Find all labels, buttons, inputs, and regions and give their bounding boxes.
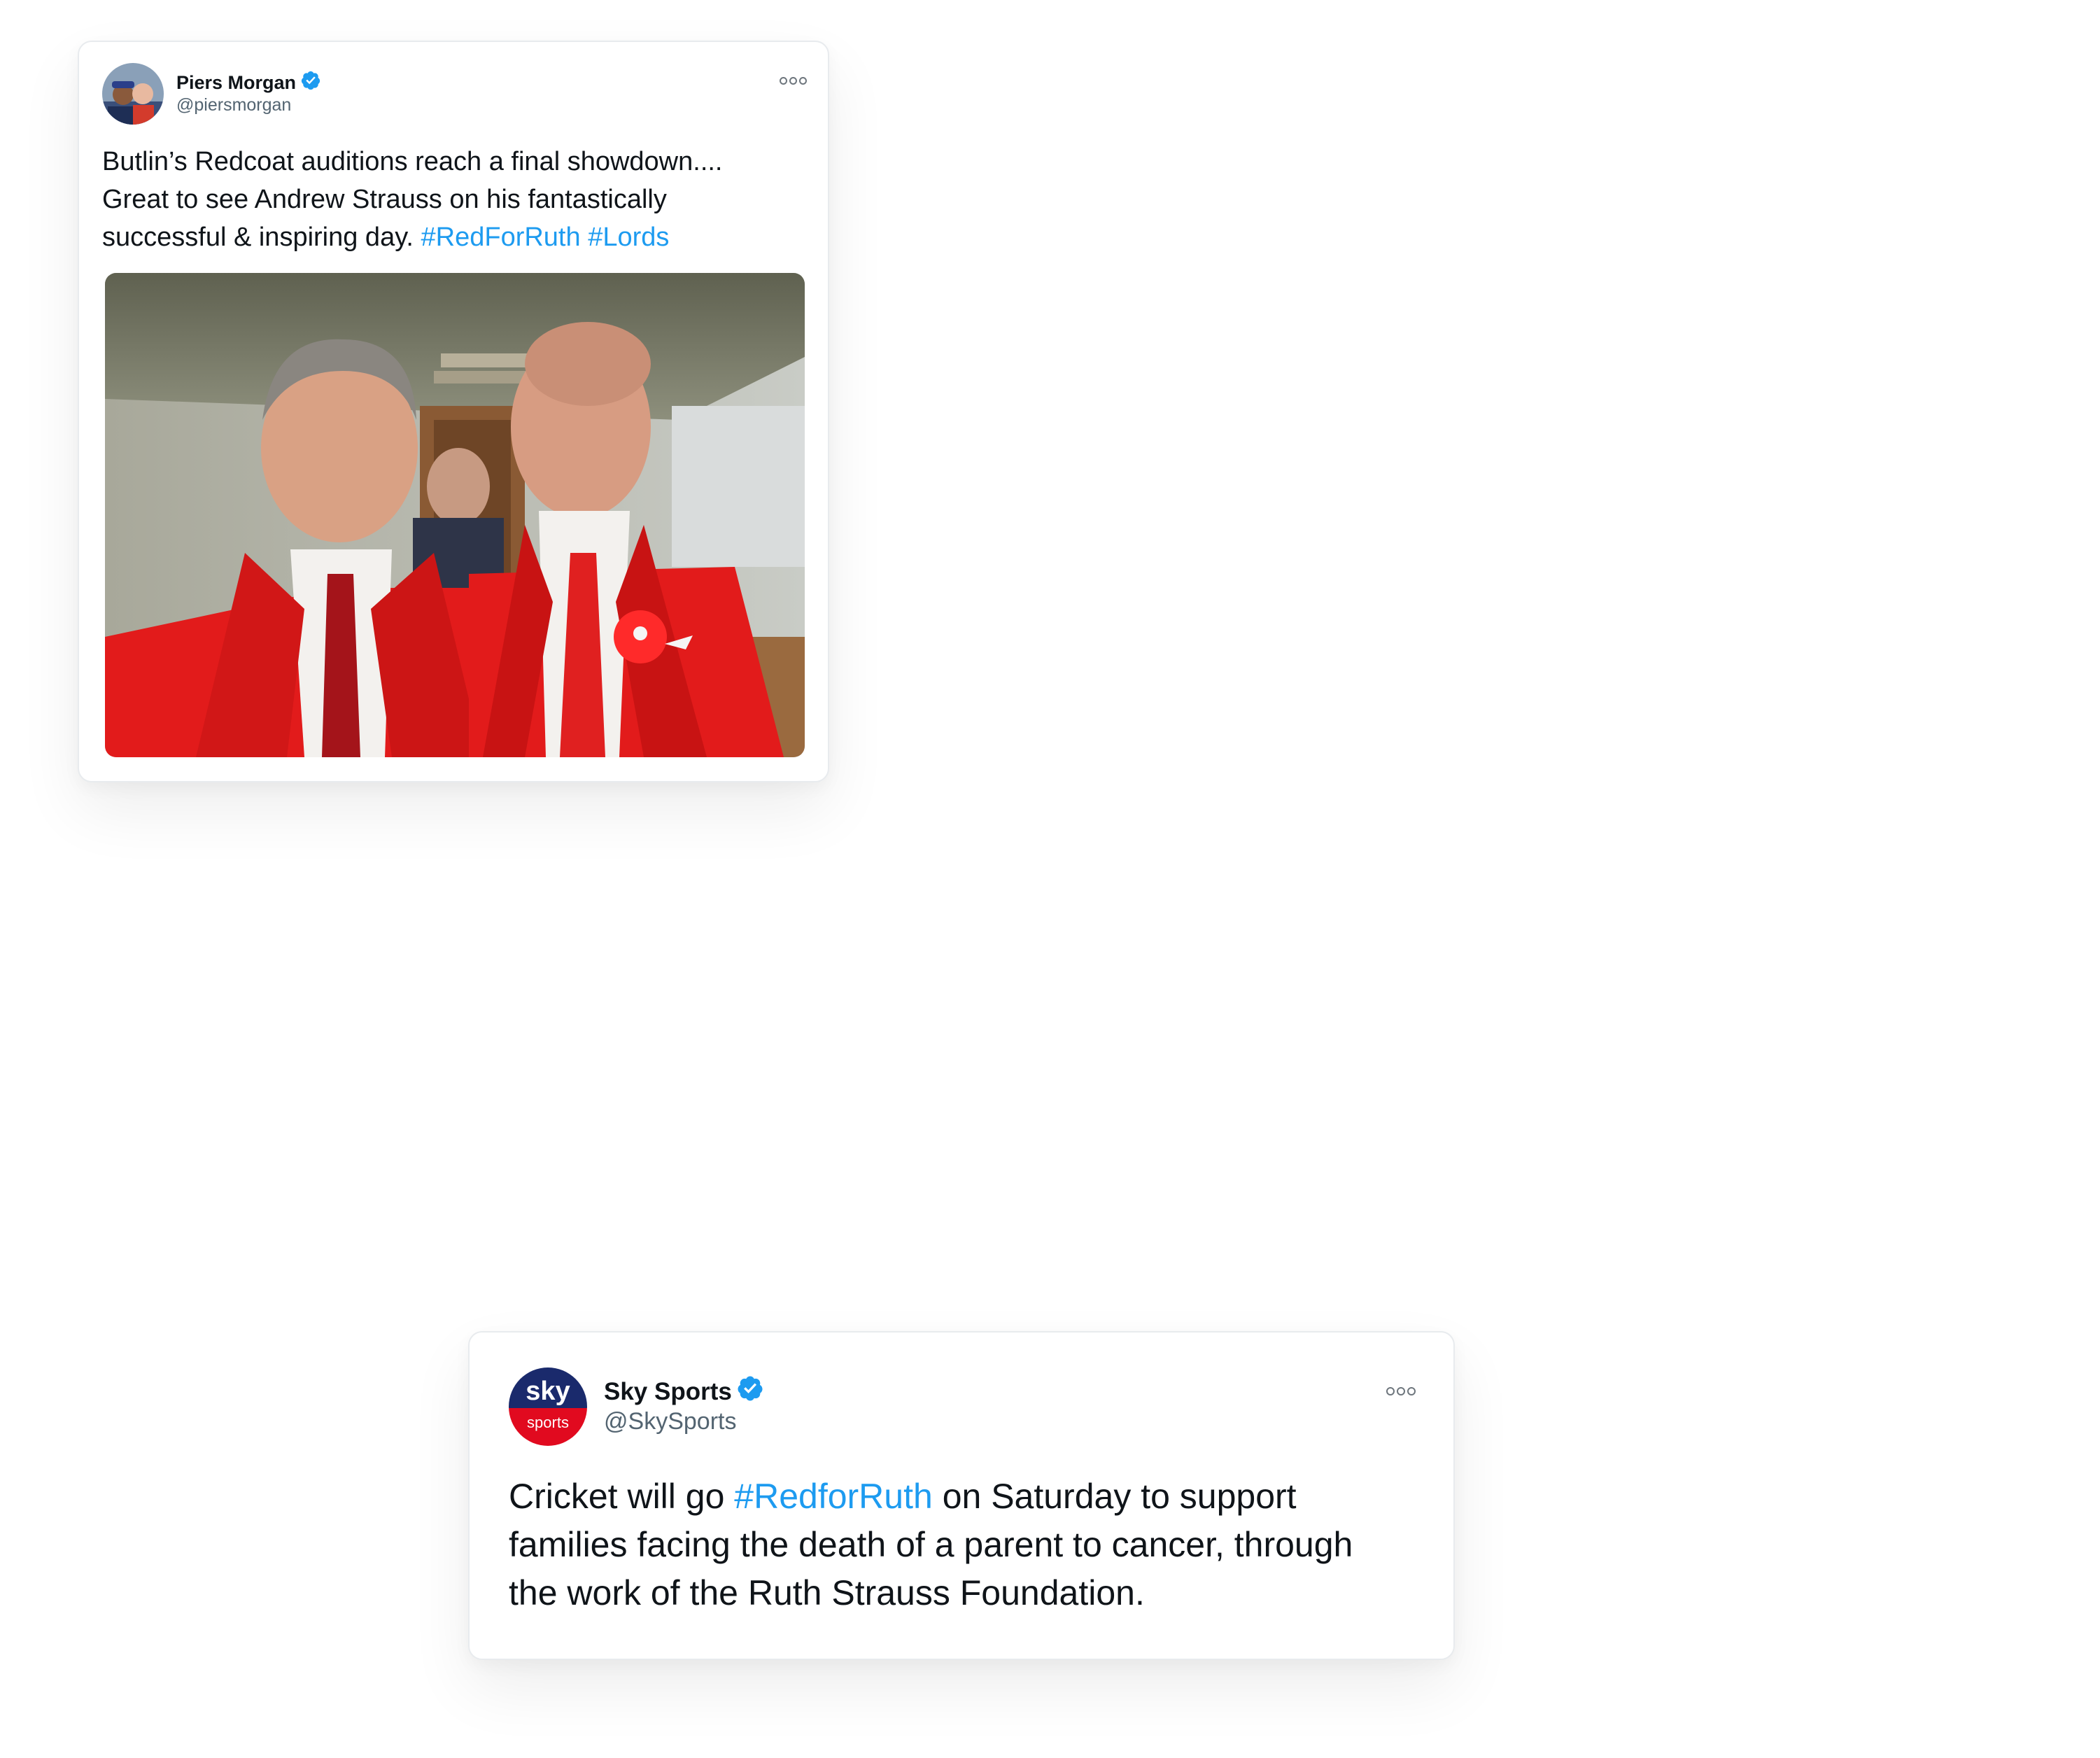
author-name-row: Piers Morgan	[176, 70, 321, 96]
author-name-row: Sky Sports	[604, 1374, 764, 1409]
tweet-card-sky-sports[interactable]: sky sports Sky Sports @SkySports Cricket…	[468, 1331, 1455, 1660]
photo-two-men-red-jackets	[105, 273, 805, 757]
tweet-text-line: successful & inspiring day.	[102, 223, 414, 252]
verified-badge-icon	[736, 1374, 764, 1409]
avatar-photo	[102, 63, 164, 125]
logo-text-top: sky	[526, 1377, 570, 1406]
tweet-text: Cricket will go #RedforRuth on Saturday …	[509, 1472, 1425, 1617]
author-handle[interactable]: @SkySports	[604, 1408, 736, 1435]
avatar[interactable]	[102, 63, 164, 125]
avatar[interactable]: sky sports	[509, 1367, 587, 1446]
tweet-text-line: Great to see Andrew Strauss on his fanta…	[102, 185, 667, 214]
tweet-text-segment: Cricket will go	[509, 1477, 735, 1516]
verified-badge-icon	[300, 70, 321, 96]
tweet-text-line: families facing the death of a parent to…	[509, 1525, 1353, 1564]
tweet-text-line: Butlin’s Redcoat auditions reach a final…	[102, 147, 723, 176]
hashtag-link[interactable]: #RedForRuth	[421, 223, 581, 252]
hashtag-link[interactable]: #RedforRuth	[734, 1477, 933, 1516]
tweet-photo[interactable]	[105, 273, 805, 757]
author-name[interactable]: Piers Morgan	[176, 72, 296, 94]
author-name[interactable]: Sky Sports	[604, 1378, 732, 1406]
more-options-icon[interactable]	[780, 77, 807, 85]
tweet-text: Butlin’s Redcoat auditions reach a final…	[102, 143, 802, 256]
hashtag-link[interactable]: #Lords	[588, 223, 669, 252]
more-options-icon[interactable]	[1386, 1387, 1416, 1395]
sky-sports-logo: sky sports	[509, 1367, 587, 1446]
tweet-text-line: on Saturday to support	[932, 1477, 1297, 1516]
logo-text-bottom: sports	[527, 1414, 569, 1431]
author-handle[interactable]: @piersmorgan	[176, 95, 291, 115]
tweet-card-piers-morgan[interactable]: Piers Morgan @piersmorgan Butlin’s Redco…	[78, 41, 829, 782]
tweet-text-line: the work of the Ruth Strauss Foundation.	[509, 1573, 1145, 1612]
